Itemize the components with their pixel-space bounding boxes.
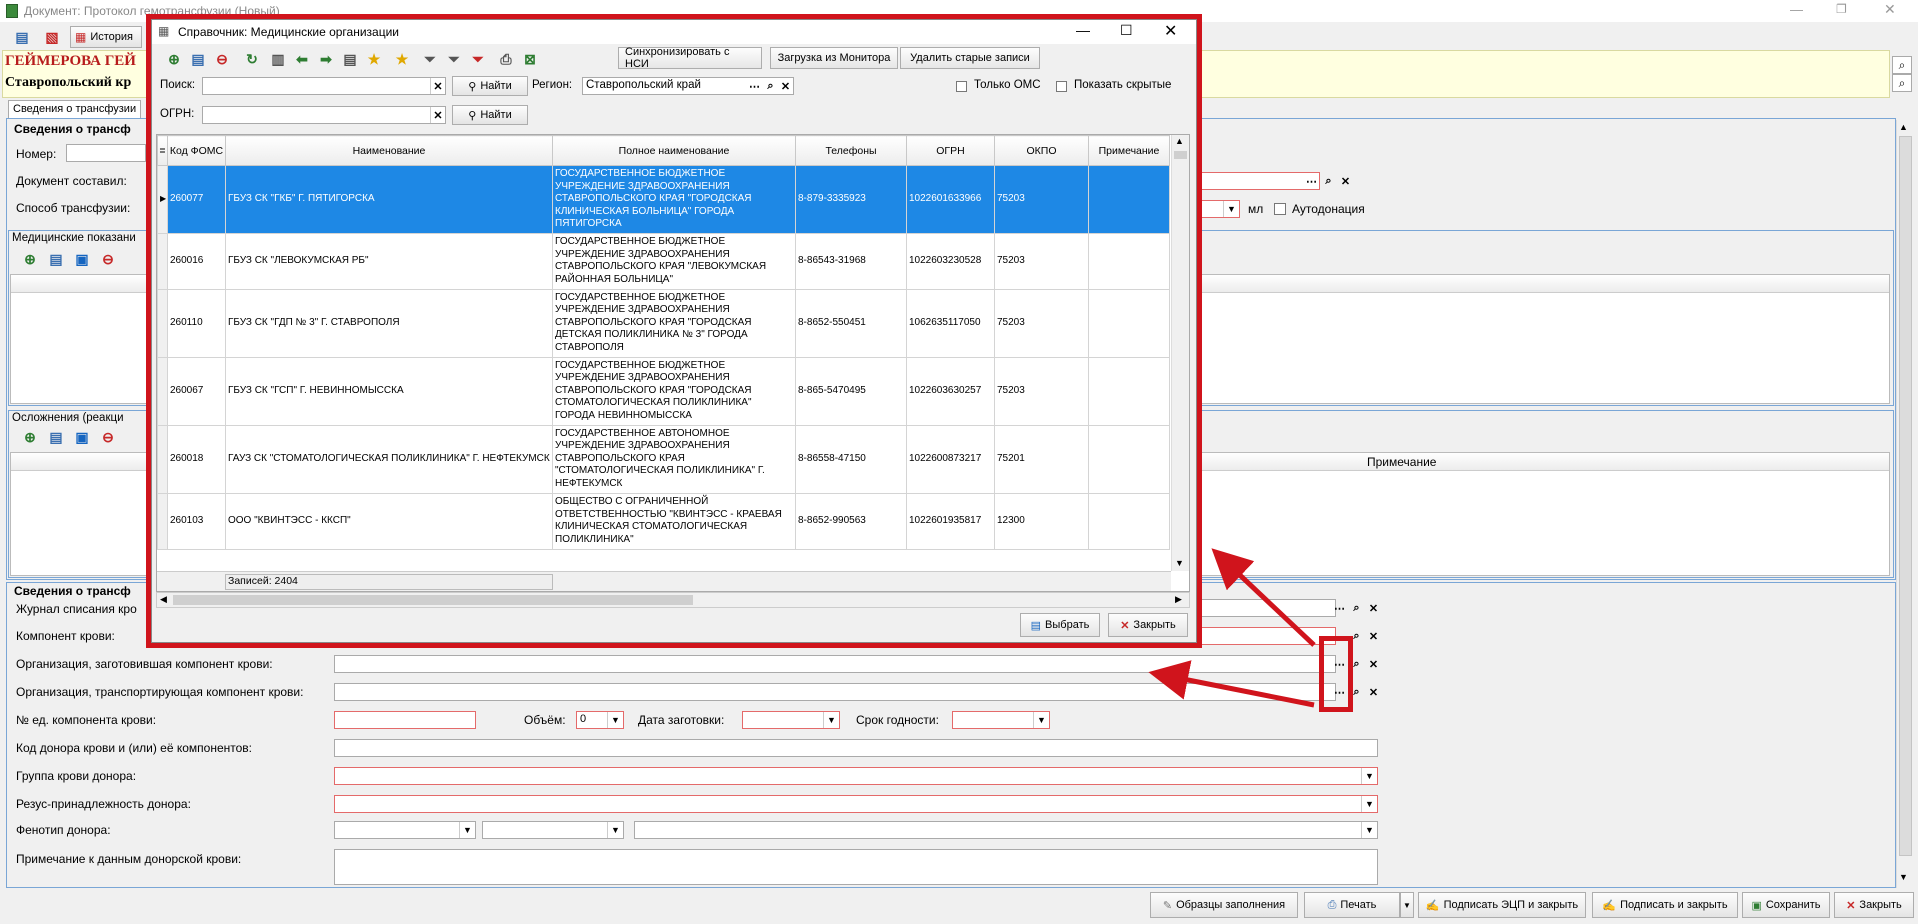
arrow-to-org-field <box>1148 660 1315 708</box>
annotation-arrows <box>1148 548 1316 708</box>
arrow-to-dialog <box>1211 548 1316 647</box>
